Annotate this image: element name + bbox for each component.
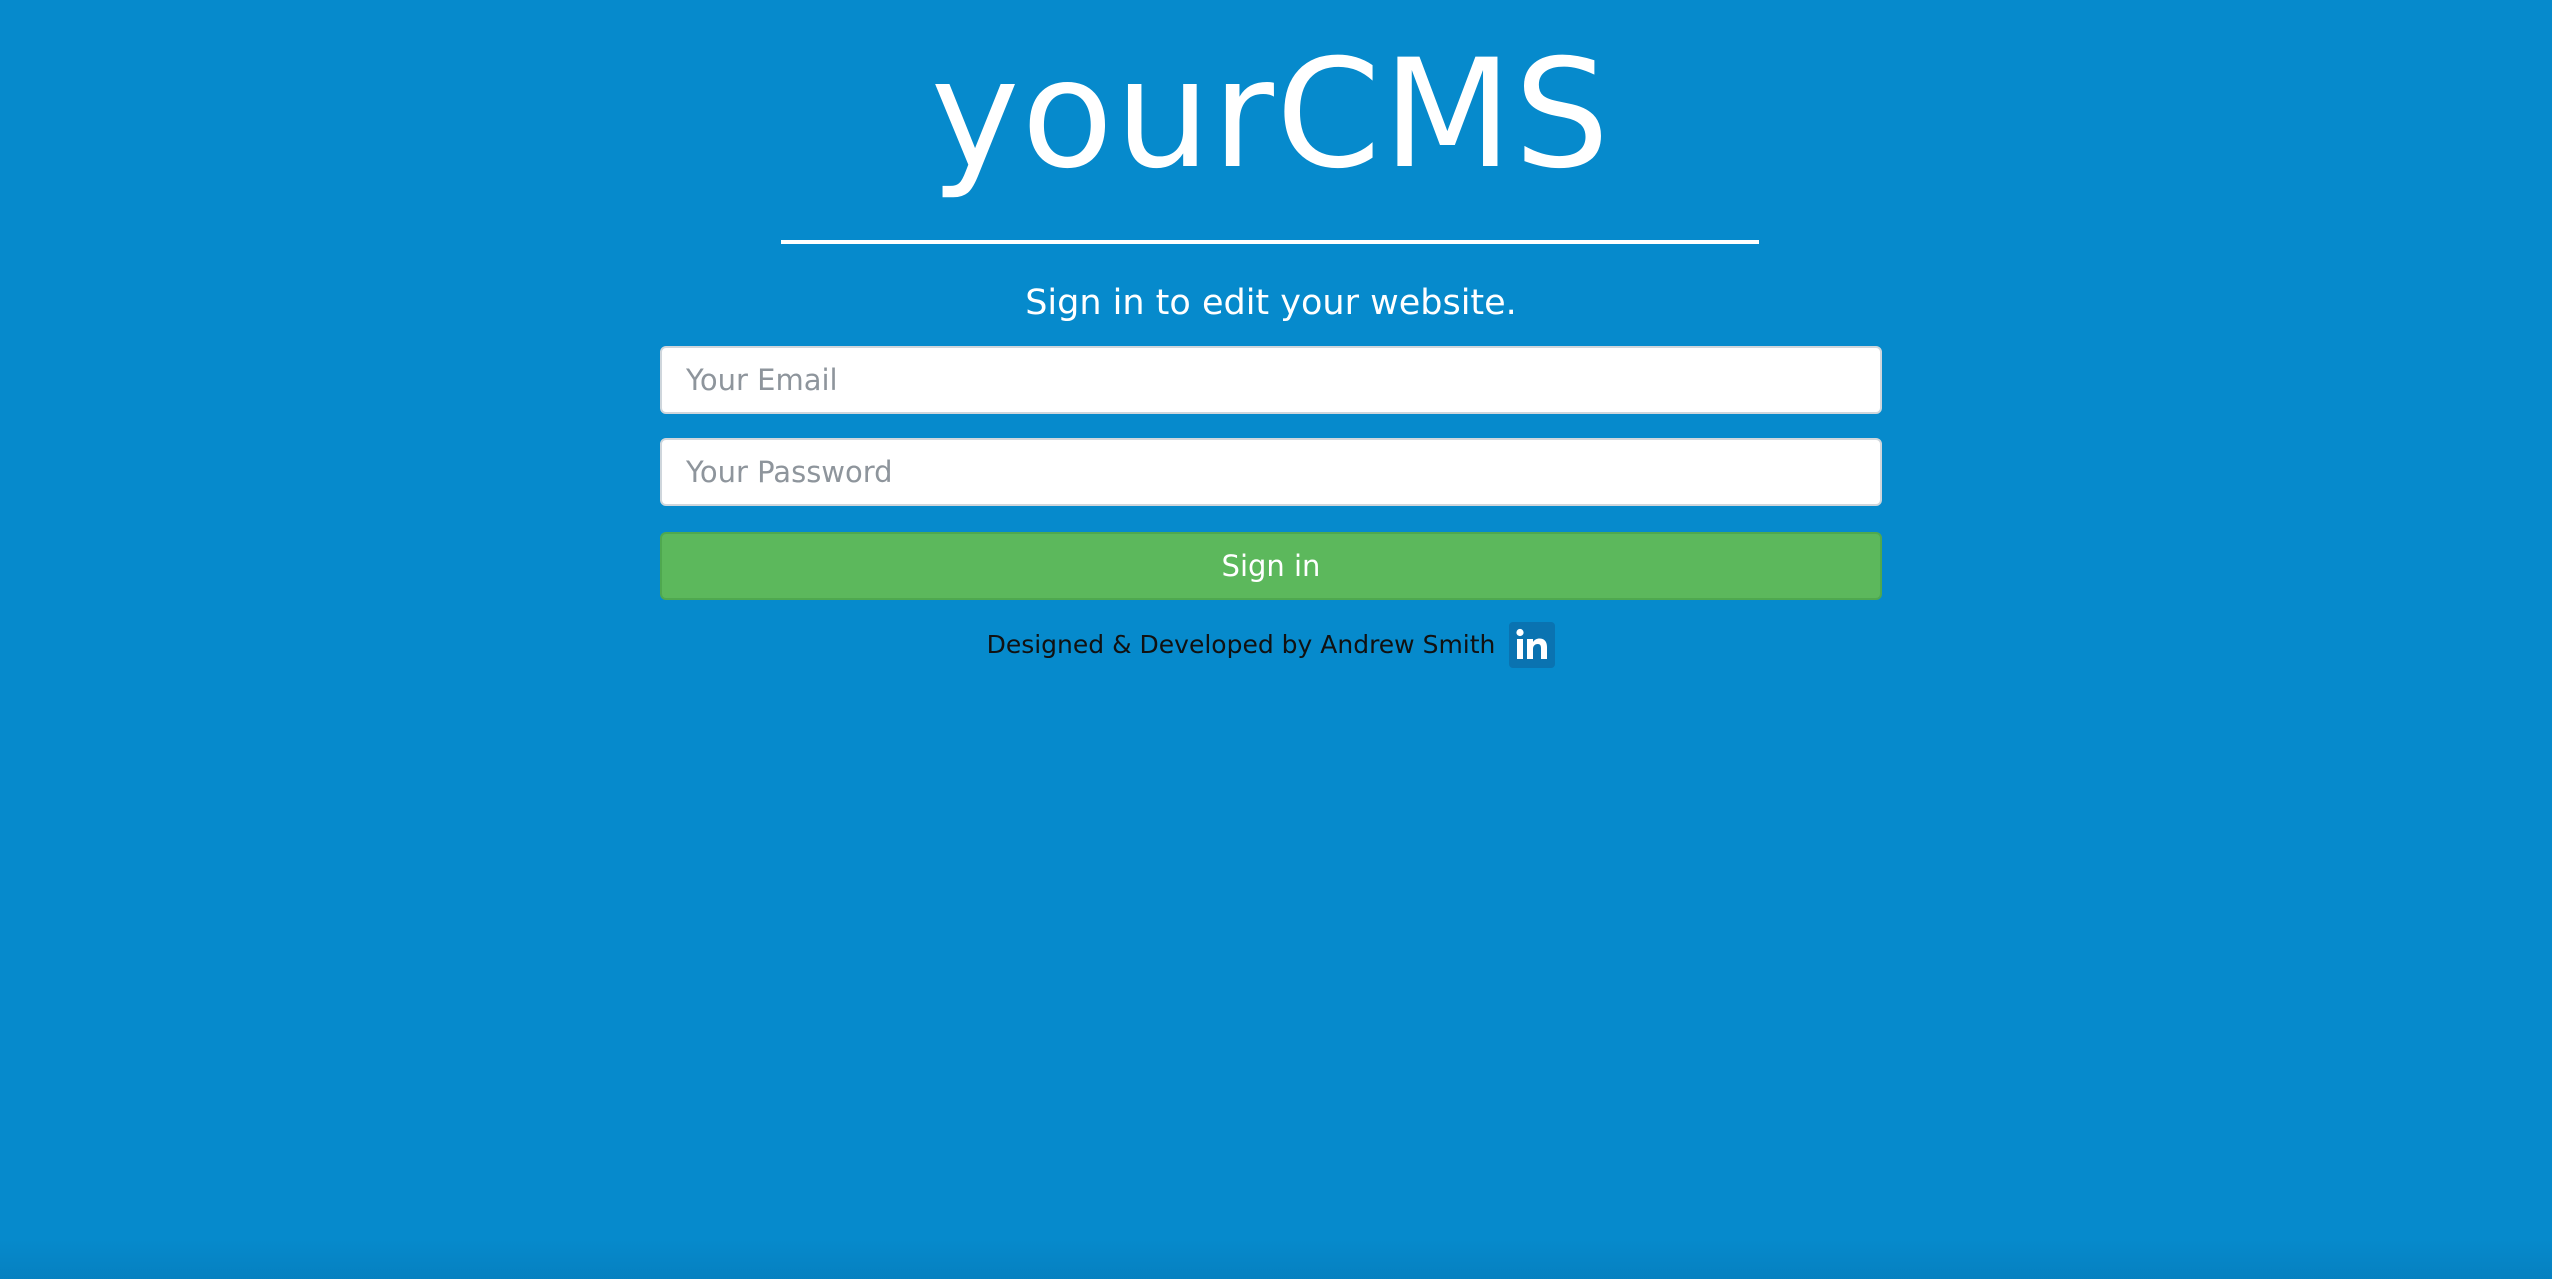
sign-in-button[interactable]: Sign in: [660, 532, 1882, 600]
credit-text: Designed & Developed by Andrew Smith: [986, 630, 1496, 659]
divider: [781, 240, 1759, 244]
email-field[interactable]: [660, 346, 1882, 414]
password-field[interactable]: [660, 438, 1882, 506]
footer-credit: Designed & Developed by Andrew Smith: [660, 620, 1882, 670]
linkedin-icon[interactable]: [1509, 622, 1556, 668]
site-logo: yourCMS: [930, 28, 1612, 202]
bottom-shade: [0, 1239, 2552, 1279]
page-subtitle: Sign in to edit your website.: [1025, 283, 1517, 323]
